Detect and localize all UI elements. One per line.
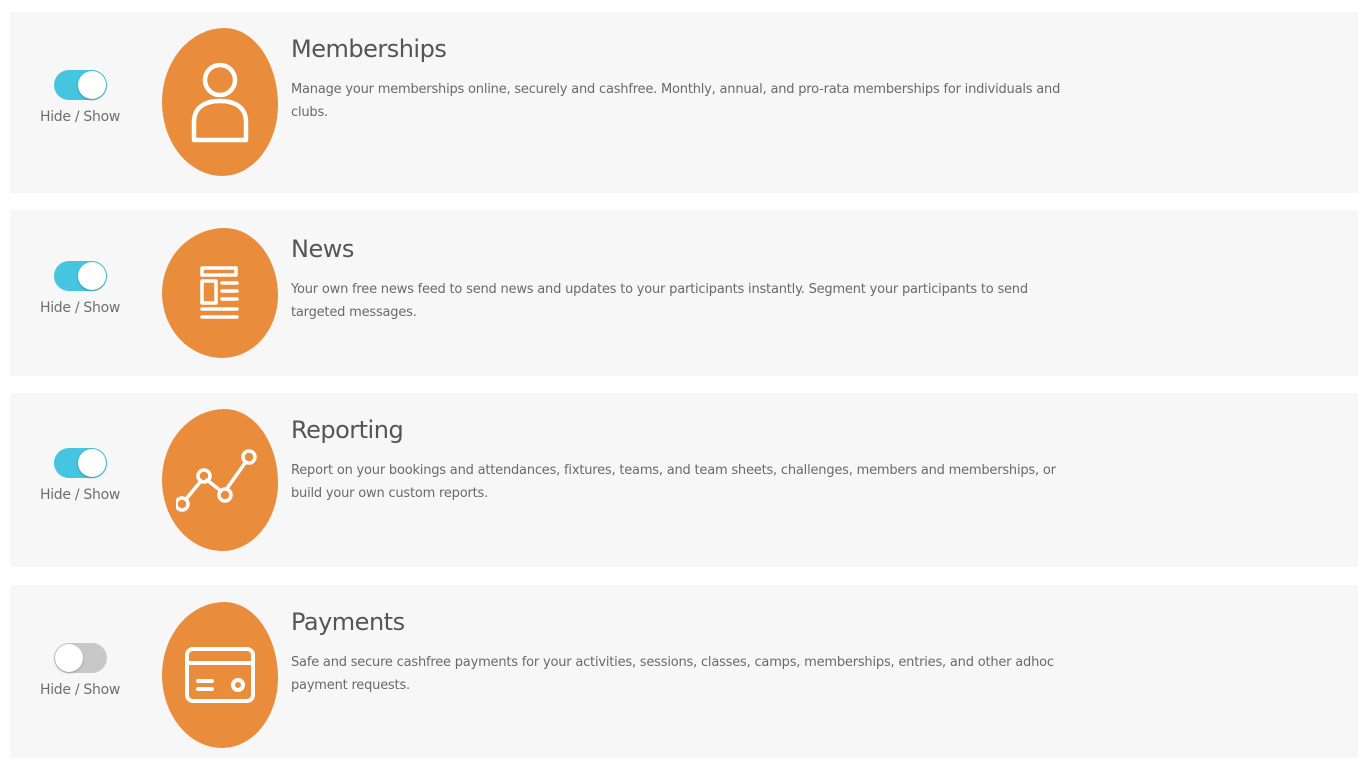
credit-card-icon (162, 602, 278, 748)
feature-text-reporting: Reporting Report on your bookings and at… (291, 417, 1061, 505)
feature-title: News (291, 235, 354, 263)
toggle-label: Hide / Show (39, 682, 120, 698)
toggle-group-payments: Hide / Show (32, 643, 128, 698)
feature-card-news: Hide / Show News Your own free news feed… (10, 210, 1358, 376)
feature-card-memberships: Hide / Show Memberships Manage your memb… (10, 12, 1358, 193)
feature-text-payments: Payments Safe and secure cashfree paymen… (291, 609, 1061, 697)
feature-description: Manage your memberships online, securely… (291, 82, 1061, 121)
toggle-knob (77, 71, 106, 99)
memberships-toggle[interactable] (53, 70, 107, 100)
toggle-knob (77, 449, 106, 477)
toggle-label: Hide / Show (39, 109, 120, 125)
feature-list: Hide / Show Memberships Manage your memb… (10, 0, 1358, 759)
toggle-knob (54, 644, 83, 672)
feature-title: Payments (291, 608, 405, 636)
feature-description: Report on your bookings and attendances,… (291, 463, 1056, 502)
user-icon (162, 28, 278, 176)
toggle-label: Hide / Show (39, 487, 120, 503)
feature-card-payments: Hide / Show Payments Safe and secure cas… (10, 585, 1358, 758)
feature-text-news: News Your own free news feed to send new… (291, 236, 1061, 324)
feature-title: Memberships (291, 35, 447, 63)
reporting-toggle[interactable] (53, 448, 107, 478)
feature-description: Your own free news feed to send news and… (291, 282, 1028, 321)
newspaper-icon (162, 228, 278, 358)
line-chart-icon (162, 409, 278, 551)
toggle-group-reporting: Hide / Show (32, 448, 128, 503)
toggle-group-news: Hide / Show (32, 261, 128, 316)
payments-toggle[interactable] (53, 643, 107, 673)
feature-card-reporting: Hide / Show Reporting Report on your boo… (10, 393, 1358, 567)
feature-title: Reporting (291, 416, 404, 444)
toggle-group-memberships: Hide / Show (32, 70, 128, 125)
feature-description: Safe and secure cashfree payments for yo… (291, 655, 1054, 694)
toggle-knob (77, 262, 106, 290)
feature-text-memberships: Memberships Manage your memberships onli… (291, 36, 1061, 124)
news-toggle[interactable] (53, 261, 107, 291)
toggle-label: Hide / Show (39, 300, 120, 316)
